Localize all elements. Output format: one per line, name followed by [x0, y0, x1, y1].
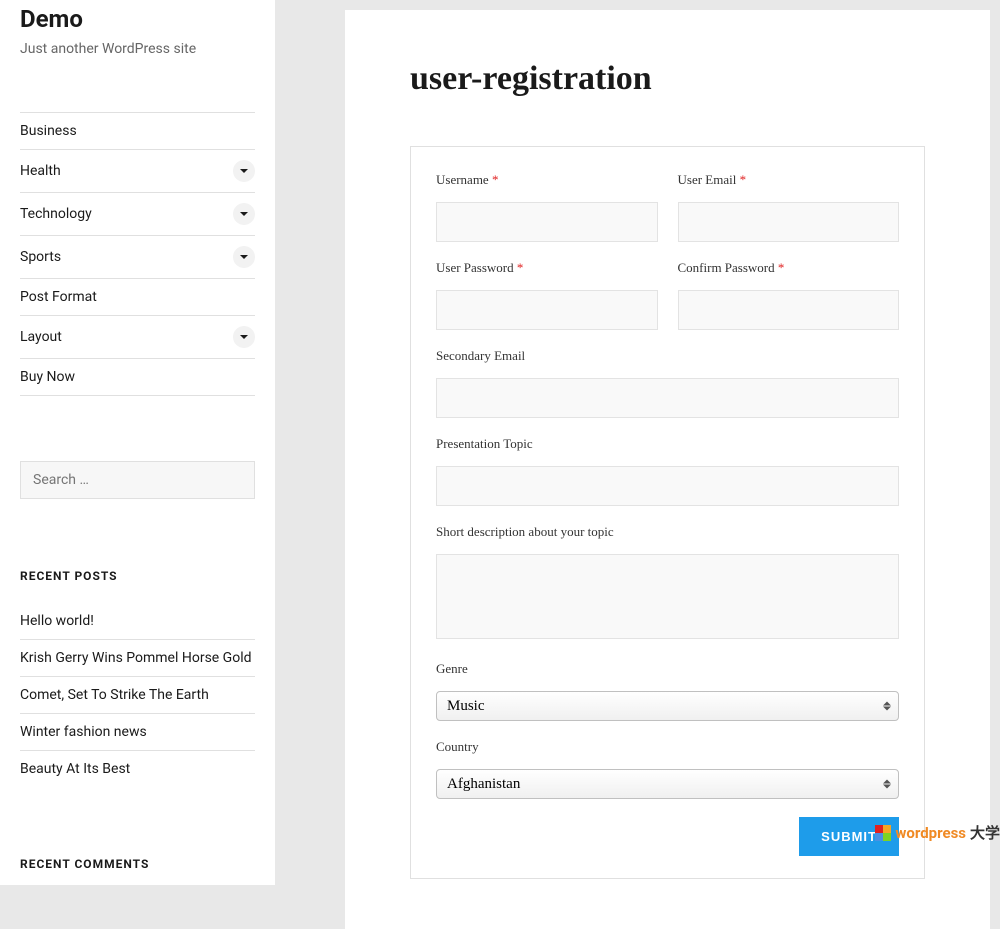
nav-item-buy-now[interactable]: Buy Now — [20, 359, 255, 396]
field-secondary-email: Secondary Email — [436, 348, 899, 418]
required-marker: * — [492, 172, 499, 187]
recent-comments-title: RECENT COMMENTS — [20, 857, 255, 871]
presentation-topic-label: Presentation Topic — [436, 436, 899, 452]
nav-label: Layout — [20, 329, 62, 345]
secondary-email-input[interactable] — [436, 378, 899, 418]
genre-label: Genre — [436, 661, 899, 677]
post-link[interactable]: Krish Gerry Wins Pommel Horse Gold — [20, 640, 255, 677]
registration-form: Username * User Email * User Passwo — [410, 146, 925, 879]
primary-nav: Business Health Technology Sports Post F… — [20, 112, 255, 396]
nav-label: Sports — [20, 249, 61, 265]
username-label: Username * — [436, 172, 658, 188]
chevron-down-icon[interactable] — [233, 246, 255, 268]
field-country: Country Afghanistan — [436, 739, 899, 799]
post-link[interactable]: Hello world! — [20, 613, 255, 640]
country-select[interactable]: Afghanistan — [436, 769, 899, 799]
short-description-label: Short description about your topic — [436, 524, 899, 540]
nav-item-health[interactable]: Health — [20, 150, 255, 193]
label-text: Username — [436, 172, 489, 187]
nav-label: Buy Now — [20, 369, 75, 385]
field-short-description: Short description about your topic — [436, 524, 899, 643]
brand-logo-icon — [875, 825, 891, 841]
presentation-topic-input[interactable] — [436, 466, 899, 506]
username-input[interactable] — [436, 202, 658, 242]
nav-label: Post Format — [20, 289, 97, 305]
required-marker: * — [740, 172, 747, 187]
site-title[interactable]: Demo — [20, 5, 255, 33]
footer-brand[interactable]: wordpress大学 — [875, 822, 1000, 843]
user-password-label: User Password * — [436, 260, 658, 276]
confirm-password-label: Confirm Password * — [678, 260, 900, 276]
user-email-label: User Email * — [678, 172, 900, 188]
field-presentation-topic: Presentation Topic — [436, 436, 899, 506]
recent-posts-title: RECENT POSTS — [20, 569, 255, 583]
genre-select[interactable]: Music — [436, 691, 899, 721]
brand-text-en: wordpress — [895, 824, 966, 842]
field-genre: Genre Music — [436, 661, 899, 721]
nav-item-business[interactable]: Business — [20, 113, 255, 150]
user-email-input[interactable] — [678, 202, 900, 242]
layout-gap — [275, 0, 345, 885]
submit-row: SUBMIT — [436, 817, 899, 856]
sidebar: Demo Just another WordPress site Busines… — [0, 0, 275, 885]
user-password-input[interactable] — [436, 290, 658, 330]
nav-item-technology[interactable]: Technology — [20, 193, 255, 236]
label-text: Confirm Password — [678, 260, 775, 275]
nav-label: Health — [20, 163, 61, 179]
field-user-email: User Email * — [678, 172, 900, 242]
country-label: Country — [436, 739, 899, 755]
label-text: User Email — [678, 172, 737, 187]
short-description-input[interactable] — [436, 554, 899, 639]
confirm-password-input[interactable] — [678, 290, 900, 330]
site-tagline: Just another WordPress site — [20, 41, 255, 57]
search-input[interactable] — [20, 461, 255, 499]
required-marker: * — [517, 260, 524, 275]
main-content: user-registration Username * User Email … — [345, 0, 1000, 885]
nav-label: Business — [20, 123, 77, 139]
nav-item-layout[interactable]: Layout — [20, 316, 255, 359]
required-marker: * — [778, 260, 785, 275]
chevron-down-icon[interactable] — [233, 326, 255, 348]
chevron-down-icon[interactable] — [233, 160, 255, 182]
nav-label: Technology — [20, 206, 92, 222]
nav-item-post-format[interactable]: Post Format — [20, 279, 255, 316]
recent-posts-list: Hello world! Krish Gerry Wins Pommel Hor… — [20, 613, 255, 787]
field-confirm-password: Confirm Password * — [678, 260, 900, 330]
page-title: user-registration — [410, 60, 925, 98]
content-card: user-registration Username * User Email … — [345, 10, 990, 929]
chevron-down-icon[interactable] — [233, 203, 255, 225]
label-text: User Password — [436, 260, 514, 275]
field-user-password: User Password * — [436, 260, 658, 330]
post-link[interactable]: Beauty At Its Best — [20, 751, 255, 787]
brand-text-cn: 大学 — [970, 822, 1000, 843]
post-link[interactable]: Winter fashion news — [20, 714, 255, 751]
nav-item-sports[interactable]: Sports — [20, 236, 255, 279]
field-username: Username * — [436, 172, 658, 242]
secondary-email-label: Secondary Email — [436, 348, 899, 364]
post-link[interactable]: Comet, Set To Strike The Earth — [20, 677, 255, 714]
